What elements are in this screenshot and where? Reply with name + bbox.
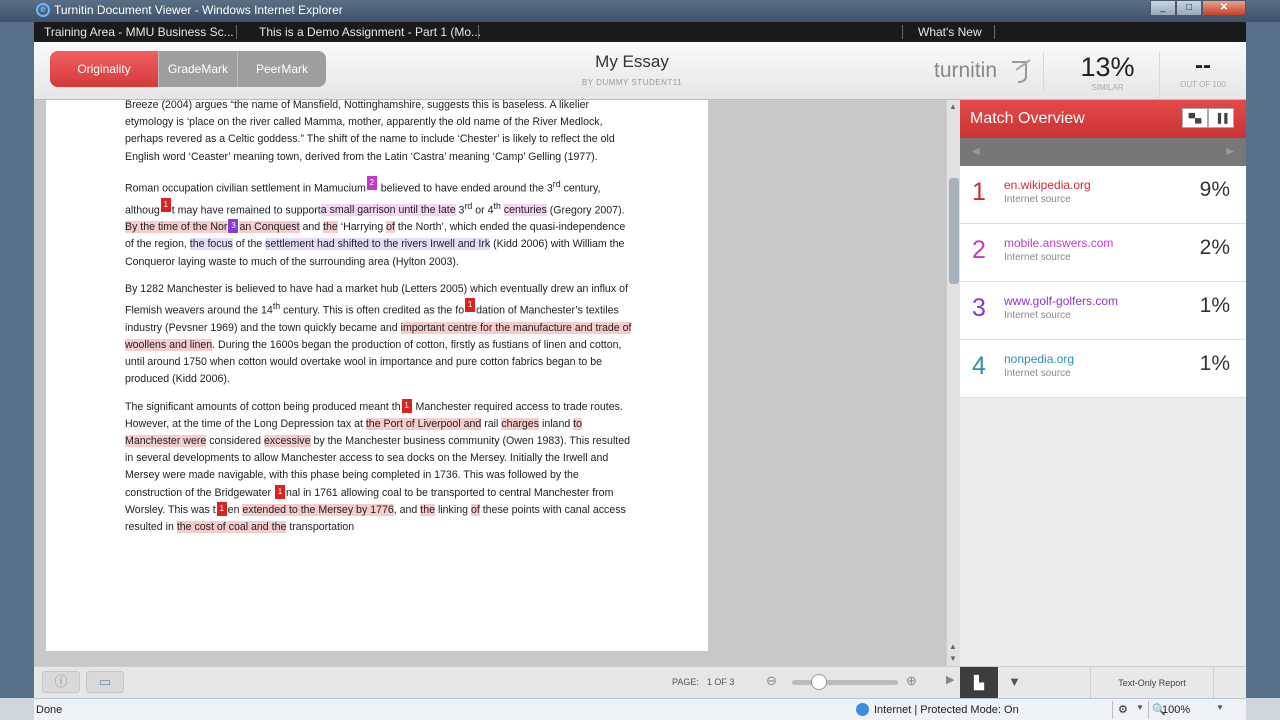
match-marker-1[interactable]: 1	[216, 501, 227, 516]
match-item[interactable]: 3 www.golf-golfers.com Internet source 1…	[960, 282, 1246, 340]
tab-training-area[interactable]: Training Area - MMU Business Sc...	[44, 25, 234, 39]
assignment-tab-bar: Training Area - MMU Business Sc... This …	[34, 22, 1246, 42]
page-indicator: PAGE: 1 OF 3	[672, 677, 734, 687]
match-overview-view-button[interactable]: ▙	[960, 667, 998, 699]
window-frame-right	[1246, 22, 1280, 698]
match-highlight-1[interactable]: extended to the Mersey by 1776	[242, 503, 394, 516]
zoom-out-icon[interactable]: ⊖	[766, 673, 777, 689]
zoom-slider[interactable]	[792, 674, 898, 690]
match-item[interactable]: 2 mobile.answers.com Internet source 2%	[960, 224, 1246, 282]
turnitin-logo: turnitin	[920, 52, 1044, 92]
security-dropdown-icon[interactable]: ▼	[1136, 703, 1144, 712]
paragraph-2: Roman occupation civilian settlement in …	[125, 175, 626, 268]
maximize-button[interactable]: □	[1176, 0, 1202, 16]
match-overview-title: Match Overview	[970, 110, 1085, 127]
zoom-in-icon[interactable]: ⊕	[906, 673, 917, 689]
document-header: Originality GradeMark PeerMark My Essay …	[34, 42, 1246, 100]
match-highlight-3[interactable]: the focus	[189, 238, 233, 251]
match-overview-panel: Match Overview ▀▄ ▐▐ ◀ ▶ 1 en.wikipedia.…	[960, 100, 1246, 666]
ie-icon: e	[36, 3, 50, 17]
match-highlight-2[interactable]: a small garrison until the late	[320, 204, 456, 217]
blocks-view-icon[interactable]: ▀▄	[1182, 108, 1208, 128]
scrollbar-thumb[interactable]	[949, 178, 959, 284]
status-text: Done	[36, 704, 63, 716]
info-icon: ⓘ	[54, 674, 68, 689]
viewer-toolbar: ⓘ ▭ PAGE: 1 OF 3 ⊖ ⊕ ▶ ▙ ▼ Text-Only Repo…	[34, 666, 1246, 699]
browser-status-bar: Done Internet | Protected Mode: On ⚙ ▼ 🔍…	[34, 698, 1246, 720]
prev-match-icon[interactable]: ◀	[972, 146, 980, 157]
whats-new-link[interactable]: What's New	[918, 25, 982, 39]
zoom-slider-knob[interactable]	[810, 674, 827, 690]
print-button[interactable]: ▭	[86, 671, 124, 693]
paragraph-4: The significant amounts of cotton being …	[125, 398, 631, 534]
match-marker-3[interactable]: 3	[228, 219, 239, 234]
paragraph-1: Breeze (2004) argues “the name of Mansfi…	[125, 99, 615, 163]
window-title-bar: e Turnitin Document Viewer - Windows Int…	[0, 0, 1280, 22]
grade-score[interactable]: -- OUT OF 100	[1160, 52, 1246, 98]
bars-view-icon[interactable]: ▐▐	[1208, 108, 1234, 128]
report-toolbar: ▙ ▼ Text-Only Report	[960, 667, 1246, 699]
scroll-down-arrow[interactable]: ▼	[949, 654, 957, 663]
browser-zoom-level[interactable]: 100%	[1162, 704, 1190, 716]
bar-chart-icon: ▙	[974, 675, 984, 690]
info-button[interactable]: ⓘ	[42, 671, 80, 693]
internet-zone-icon	[856, 703, 869, 716]
match-marker-2[interactable]: 2	[366, 175, 377, 190]
match-highlight-1[interactable]: By the time of the Nor	[125, 221, 228, 234]
turnitin-wordmark: turnitin	[934, 59, 998, 82]
window-frame-left	[0, 22, 34, 698]
paragraph-3: By 1282 Manchester is believed to have h…	[125, 282, 632, 386]
similarity-value: 13%	[1080, 52, 1135, 82]
panel-toggle-arrow[interactable]: ▶	[946, 673, 954, 686]
close-button[interactable]: ✕	[1202, 0, 1246, 16]
tab-demo-assignment[interactable]: This is a Demo Assignment - Part 1 (Mo..…	[259, 25, 481, 39]
scroll-top-arrow[interactable]: ▲	[949, 642, 957, 651]
match-item[interactable]: 4 nonpedia.org Internet source 1%	[960, 340, 1246, 398]
next-match-icon[interactable]: ▶	[1226, 146, 1234, 157]
similarity-score[interactable]: 13% SIMILAR	[1056, 52, 1160, 98]
match-marker-1[interactable]: 1	[401, 398, 412, 413]
essay-page: Breeze (2004) argues “the name of Mansfi…	[46, 99, 708, 651]
grade-label: OUT OF 100	[1180, 80, 1226, 89]
minimize-button[interactable]: _	[1150, 0, 1176, 16]
match-marker-1[interactable]: 1	[465, 298, 476, 313]
essay-title: My Essay	[595, 52, 669, 71]
zoom-dropdown-icon[interactable]: ▼	[1216, 703, 1224, 712]
filter-icon[interactable]: ▼	[1008, 674, 1021, 689]
page-label: PAGE:	[672, 677, 699, 687]
page-value: 1 OF 3	[706, 677, 735, 687]
text-only-report-button[interactable]: Text-Only Report	[1090, 667, 1214, 699]
window-title: Turnitin Document Viewer - Windows Inter…	[54, 3, 343, 17]
similarity-label: SIMILAR	[1091, 83, 1124, 92]
document-viewer: Breeze (2004) argues “the name of Mansfi…	[34, 99, 946, 666]
match-marker-1[interactable]: 1	[274, 484, 285, 499]
match-item[interactable]: 1 en.wikipedia.org Internet source 9%	[960, 166, 1246, 224]
print-icon: ▭	[98, 674, 112, 689]
turnitin-logo-icon	[1012, 59, 1031, 83]
match-marker-1[interactable]: 1	[160, 197, 171, 212]
match-nav-bar: ◀ ▶	[960, 138, 1246, 166]
document-scrollbar[interactable]: ▲ ▲ ▼	[946, 100, 960, 666]
match-overview-header: Match Overview ▀▄ ▐▐	[960, 100, 1246, 138]
protected-mode-status[interactable]: Internet | Protected Mode: On	[874, 704, 1019, 716]
security-icon[interactable]: ⚙	[1118, 703, 1128, 716]
scroll-up-arrow[interactable]: ▲	[949, 102, 957, 111]
match-highlight-2[interactable]: centuries	[503, 204, 547, 217]
match-highlight-3[interactable]: settlement had shifted to the rivers Irw…	[265, 238, 491, 251]
grade-value: --	[1195, 52, 1211, 79]
essay-author: BY DUMMY STUDENT11	[581, 78, 683, 87]
match-highlight-1[interactable]: the Port of Liverpool and	[365, 417, 482, 430]
